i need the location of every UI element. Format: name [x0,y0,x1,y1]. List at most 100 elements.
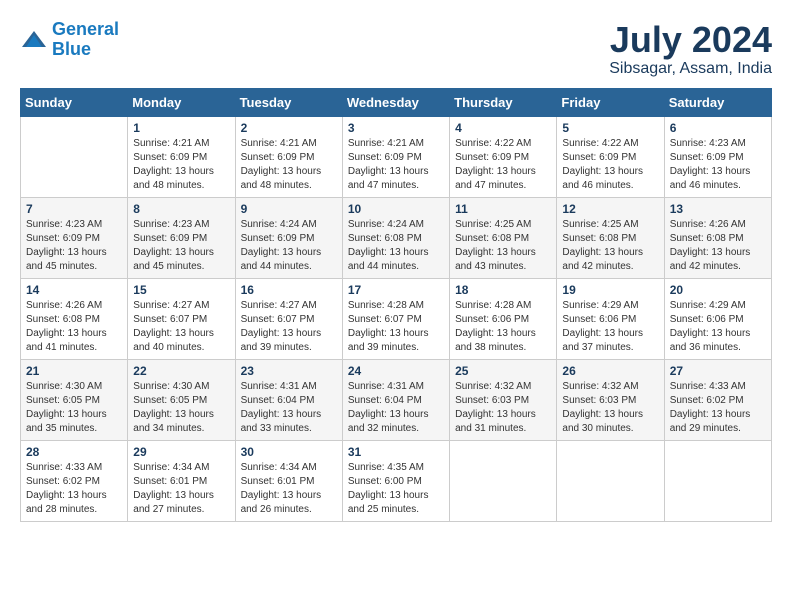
calendar-cell: 27 Sunrise: 4:33 AMSunset: 6:02 PMDayligh… [664,359,771,440]
day-info: Sunrise: 4:22 AMSunset: 6:09 PMDaylight:… [562,137,658,193]
calendar-cell: 5 Sunrise: 4:22 AMSunset: 6:09 PMDaylight… [557,116,664,197]
day-number: 14 [26,283,122,297]
calendar-cell [450,440,557,521]
logo: General Blue [20,20,119,60]
day-number: 24 [348,364,444,378]
day-info: Sunrise: 4:33 AMSunset: 6:02 PMDaylight:… [670,380,766,436]
day-info: Sunrise: 4:25 AMSunset: 6:08 PMDaylight:… [455,218,551,274]
day-number: 18 [455,283,551,297]
calendar-cell: 30Sunrise: 4:34 AMSunset: 6:01 PMDayligh… [235,440,342,521]
weekday-header: Sunday [21,88,128,116]
calendar-cell: 24 Sunrise: 4:31 AMSunset: 6:04 PMDayligh… [342,359,449,440]
day-number: 28 [26,445,122,459]
day-number: 13 [670,202,766,216]
month-title: July 2024 [609,20,772,60]
day-info: Sunrise: 4:21 AMSunset: 6:09 PMDaylight:… [348,137,444,193]
day-number: 17 [348,283,444,297]
day-number: 5 [562,121,658,135]
calendar-cell: 10 Sunrise: 4:24 AMSunset: 6:08 PMDayligh… [342,197,449,278]
day-info: Sunrise: 4:29 AMSunset: 6:06 PMDaylight:… [670,299,766,355]
day-info: Sunrise: 4:30 AMSunset: 6:05 PMDaylight:… [26,380,122,436]
calendar-cell: 19Sunrise: 4:29 AMSunset: 6:06 PMDayligh… [557,278,664,359]
day-number: 8 [133,202,229,216]
logo-line2: Blue [52,39,91,59]
calendar-cell: 31 Sunrise: 4:35 AMSunset: 6:00 PMDayligh… [342,440,449,521]
day-info: Sunrise: 4:30 AMSunset: 6:05 PMDaylight:… [133,380,229,436]
calendar-cell: 20 Sunrise: 4:29 AMSunset: 6:06 PMDayligh… [664,278,771,359]
calendar-cell: 29 Sunrise: 4:34 AMSunset: 6:01 PMDayligh… [128,440,235,521]
day-info: Sunrise: 4:27 AMSunset: 6:07 PMDaylight:… [241,299,337,355]
day-number: 10 [348,202,444,216]
day-number: 11 [455,202,551,216]
day-number: 12 [562,202,658,216]
day-number: 16 [241,283,337,297]
location-title: Sibsagar, Assam, India [609,60,772,78]
calendar-cell: 4Sunrise: 4:22 AMSunset: 6:09 PMDaylight… [450,116,557,197]
calendar-cell: 9Sunrise: 4:24 AMSunset: 6:09 PMDaylight… [235,197,342,278]
calendar-cell: 25Sunrise: 4:32 AMSunset: 6:03 PMDayligh… [450,359,557,440]
day-info: Sunrise: 4:23 AMSunset: 6:09 PMDaylight:… [133,218,229,274]
calendar-cell: 16 Sunrise: 4:27 AMSunset: 6:07 PMDayligh… [235,278,342,359]
calendar-cell: 8 Sunrise: 4:23 AMSunset: 6:09 PMDaylight… [128,197,235,278]
calendar-cell: 2Sunrise: 4:21 AMSunset: 6:09 PMDaylight… [235,116,342,197]
calendar-cell: 13 Sunrise: 4:26 AMSunset: 6:08 PMDayligh… [664,197,771,278]
day-number: 7 [26,202,122,216]
calendar-week-row: 28 Sunrise: 4:33 AMSunset: 6:02 PMDayligh… [21,440,772,521]
day-info: Sunrise: 4:29 AMSunset: 6:06 PMDaylight:… [562,299,658,355]
calendar-cell: 7 Sunrise: 4:23 AMSunset: 6:09 PMDaylight… [21,197,128,278]
day-number: 15 [133,283,229,297]
day-number: 3 [348,121,444,135]
calendar-table: SundayMondayTuesdayWednesdayThursdayFrid… [20,88,772,522]
day-info: Sunrise: 4:34 AMSunset: 6:01 PMDaylight:… [241,461,337,517]
day-info: Sunrise: 4:27 AMSunset: 6:07 PMDaylight:… [133,299,229,355]
day-number: 1 [133,121,229,135]
day-number: 2 [241,121,337,135]
day-number: 25 [455,364,551,378]
logo-text: General Blue [52,20,119,60]
weekday-header: Monday [128,88,235,116]
calendar-cell: 21 Sunrise: 4:30 AMSunset: 6:05 PMDayligh… [21,359,128,440]
weekday-header: Saturday [664,88,771,116]
day-number: 31 [348,445,444,459]
calendar-cell: 11 Sunrise: 4:25 AMSunset: 6:08 PMDayligh… [450,197,557,278]
day-info: Sunrise: 4:26 AMSunset: 6:08 PMDaylight:… [670,218,766,274]
calendar-cell: 28 Sunrise: 4:33 AMSunset: 6:02 PMDayligh… [21,440,128,521]
day-info: Sunrise: 4:35 AMSunset: 6:00 PMDaylight:… [348,461,444,517]
day-number: 21 [26,364,122,378]
calendar-cell: 17 Sunrise: 4:28 AMSunset: 6:07 PMDayligh… [342,278,449,359]
day-number: 27 [670,364,766,378]
calendar-cell: 12 Sunrise: 4:25 AMSunset: 6:08 PMDayligh… [557,197,664,278]
calendar-cell [557,440,664,521]
day-info: Sunrise: 4:23 AMSunset: 6:09 PMDaylight:… [670,137,766,193]
calendar-cell [21,116,128,197]
day-number: 23 [241,364,337,378]
day-info: Sunrise: 4:34 AMSunset: 6:01 PMDaylight:… [133,461,229,517]
day-number: 29 [133,445,229,459]
calendar-cell: 14 Sunrise: 4:26 AMSunset: 6:08 PMDayligh… [21,278,128,359]
calendar-cell: 1Sunrise: 4:21 AMSunset: 6:09 PMDaylight… [128,116,235,197]
calendar-cell: 18Sunrise: 4:28 AMSunset: 6:06 PMDayligh… [450,278,557,359]
calendar-week-row: 14 Sunrise: 4:26 AMSunset: 6:08 PMDayligh… [21,278,772,359]
day-info: Sunrise: 4:28 AMSunset: 6:07 PMDaylight:… [348,299,444,355]
day-info: Sunrise: 4:23 AMSunset: 6:09 PMDaylight:… [26,218,122,274]
day-info: Sunrise: 4:33 AMSunset: 6:02 PMDaylight:… [26,461,122,517]
calendar-cell: 15 Sunrise: 4:27 AMSunset: 6:07 PMDayligh… [128,278,235,359]
weekday-header: Wednesday [342,88,449,116]
day-info: Sunrise: 4:26 AMSunset: 6:08 PMDaylight:… [26,299,122,355]
day-info: Sunrise: 4:24 AMSunset: 6:08 PMDaylight:… [348,218,444,274]
weekday-header: Tuesday [235,88,342,116]
title-block: July 2024 Sibsagar, Assam, India [609,20,772,78]
calendar-cell: 26 Sunrise: 4:32 AMSunset: 6:03 PMDayligh… [557,359,664,440]
calendar-week-row: 1 Sunrise: 4:21 AMSunset: 6:09 PMDaylight… [21,116,772,197]
day-number: 20 [670,283,766,297]
day-number: 26 [562,364,658,378]
calendar-cell: 22 Sunrise: 4:30 AMSunset: 6:05 PMDayligh… [128,359,235,440]
calendar-cell: 6Sunrise: 4:23 AMSunset: 6:09 PMDaylight… [664,116,771,197]
day-info: Sunrise: 4:25 AMSunset: 6:08 PMDaylight:… [562,218,658,274]
day-info: Sunrise: 4:32 AMSunset: 6:03 PMDaylight:… [562,380,658,436]
day-info: Sunrise: 4:31 AMSunset: 6:04 PMDaylight:… [348,380,444,436]
day-number: 4 [455,121,551,135]
page-header: General Blue July 2024 Sibsagar, Assam, … [20,20,772,78]
calendar-cell: 23Sunrise: 4:31 AMSunset: 6:04 PMDayligh… [235,359,342,440]
day-number: 22 [133,364,229,378]
